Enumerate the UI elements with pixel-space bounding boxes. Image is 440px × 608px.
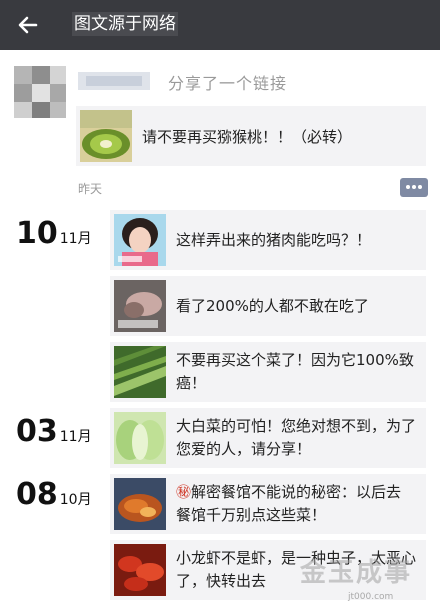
- post-text-body: 解密餐馆不能说的秘密：以后去餐馆千万别点这些菜！: [176, 483, 402, 524]
- date-month: 11月: [59, 231, 92, 247]
- secret-badge-icon: ㊙: [176, 483, 192, 501]
- comment-button[interactable]: [400, 178, 428, 197]
- dish-thumbnail: [114, 478, 166, 530]
- shared-link-card[interactable]: 请不要再买猕猴桃！！（必转）: [76, 106, 426, 166]
- vegetable-thumbnail: [114, 346, 166, 398]
- post-text: ㊙解密餐馆不能说的秘密：以后去餐馆千万别点这些菜！: [176, 481, 416, 527]
- post-item[interactable]: 看了200%的人都不敢在吃了: [110, 276, 426, 336]
- cabbage-thumbnail: [114, 412, 166, 464]
- watermark: 金玉成事: [300, 558, 413, 588]
- post-text: 不要再买这个菜了！因为它100%致癌！: [176, 351, 414, 392]
- post-time: 昨天: [78, 182, 103, 196]
- date-day: 03: [16, 414, 58, 449]
- post-item[interactable]: ㊙解密餐馆不能说的秘密：以后去餐馆千万别点这些菜！: [110, 474, 426, 534]
- share-action-text: 分享了一个链接: [168, 74, 288, 93]
- page-title: 图文源于网络: [72, 12, 178, 36]
- nickname-redacted: [78, 72, 150, 90]
- date-month: 11月: [59, 429, 92, 445]
- crayfish-thumbnail: [114, 544, 166, 596]
- top-bar: 图文源于网络: [0, 0, 440, 50]
- post-item[interactable]: 不要再买这个菜了！因为它100%致癌！: [110, 342, 426, 402]
- link-title: 请不要再买猕猴桃！！（必转）: [142, 128, 353, 146]
- date-month: 10月: [59, 492, 92, 508]
- meat-thumbnail: [114, 280, 166, 332]
- date-label: 10 11月: [16, 216, 92, 252]
- post-item[interactable]: 大白菜的可怕！您绝对想不到，为了您爱的人，请分享！: [110, 408, 426, 468]
- post-text: 这样弄出来的猪肉能吃吗？！: [176, 231, 372, 249]
- avatar[interactable]: [14, 66, 66, 118]
- kiwi-thumbnail: [80, 110, 132, 162]
- date-day: 08: [16, 477, 58, 512]
- post-item[interactable]: 这样弄出来的猪肉能吃吗？！: [110, 210, 426, 270]
- date-label: 03 11月: [16, 414, 92, 450]
- watermark-url: jt000.com: [348, 592, 394, 602]
- post-text: 看了200%的人都不敢在吃了: [176, 297, 369, 315]
- date-day: 10: [16, 216, 58, 251]
- post-text: 大白菜的可怕！您绝对想不到，为了您爱的人，请分享！: [176, 417, 417, 458]
- date-label: 08 10月: [16, 477, 92, 513]
- woman-thumbnail: [114, 214, 166, 266]
- back-arrow-icon[interactable]: [14, 10, 46, 40]
